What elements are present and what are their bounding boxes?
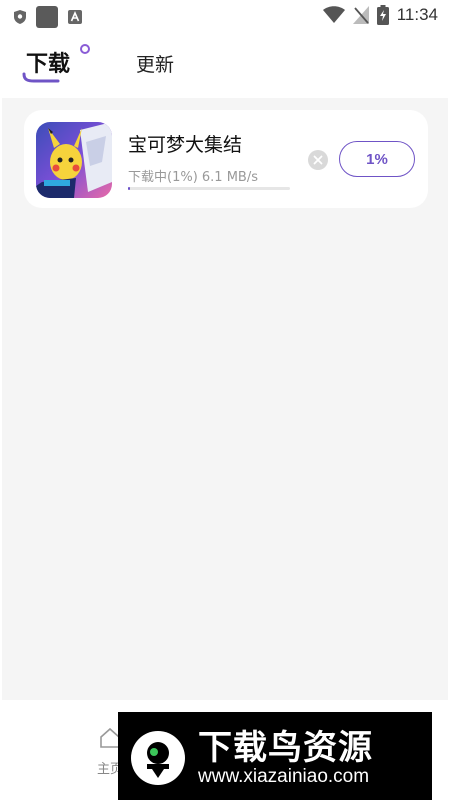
download-progress-bar bbox=[128, 187, 290, 190]
download-progress-fill bbox=[128, 187, 130, 190]
download-progress-button[interactable]: 1% bbox=[339, 141, 415, 177]
watermark-logo-icon bbox=[131, 731, 185, 785]
watermark-name: 下载鸟资源 bbox=[198, 728, 373, 768]
wifi-icon bbox=[322, 6, 345, 23]
download-item-card[interactable]: 宝可梦大集结 下载中(1%) 6.1 MB/s 1% bbox=[24, 110, 428, 208]
app-notification-icon bbox=[36, 6, 58, 28]
app-name: 宝可梦大集结 bbox=[128, 134, 243, 156]
no-signal-icon bbox=[352, 6, 369, 24]
cancel-download-button[interactable] bbox=[308, 150, 328, 170]
tab-bar: 下载 更新 bbox=[0, 32, 450, 98]
close-icon bbox=[313, 155, 323, 165]
tab-indicator-dot bbox=[80, 44, 90, 54]
clock: 11:34 bbox=[396, 5, 438, 24]
shield-icon bbox=[14, 10, 26, 24]
watermark-url: www.xiazainiao.com bbox=[198, 766, 370, 787]
app-icon bbox=[36, 122, 112, 198]
battery-charging-icon bbox=[376, 5, 389, 25]
status-bar: 11:34 bbox=[0, 0, 450, 32]
status-bar-notifications bbox=[14, 6, 82, 28]
download-status: 下载中(1%) 6.1 MB/s bbox=[128, 170, 258, 185]
download-list: 宝可梦大集结 下载中(1%) 6.1 MB/s 1% bbox=[2, 98, 448, 700]
a-notification-icon bbox=[68, 10, 82, 24]
tab-updates[interactable]: 更新 bbox=[136, 50, 174, 77]
status-bar-system: 11:34 bbox=[322, 5, 438, 25]
watermark: 下载鸟资源 www.xiazainiao.com bbox=[118, 712, 432, 800]
tab-active-underline bbox=[22, 72, 60, 83]
